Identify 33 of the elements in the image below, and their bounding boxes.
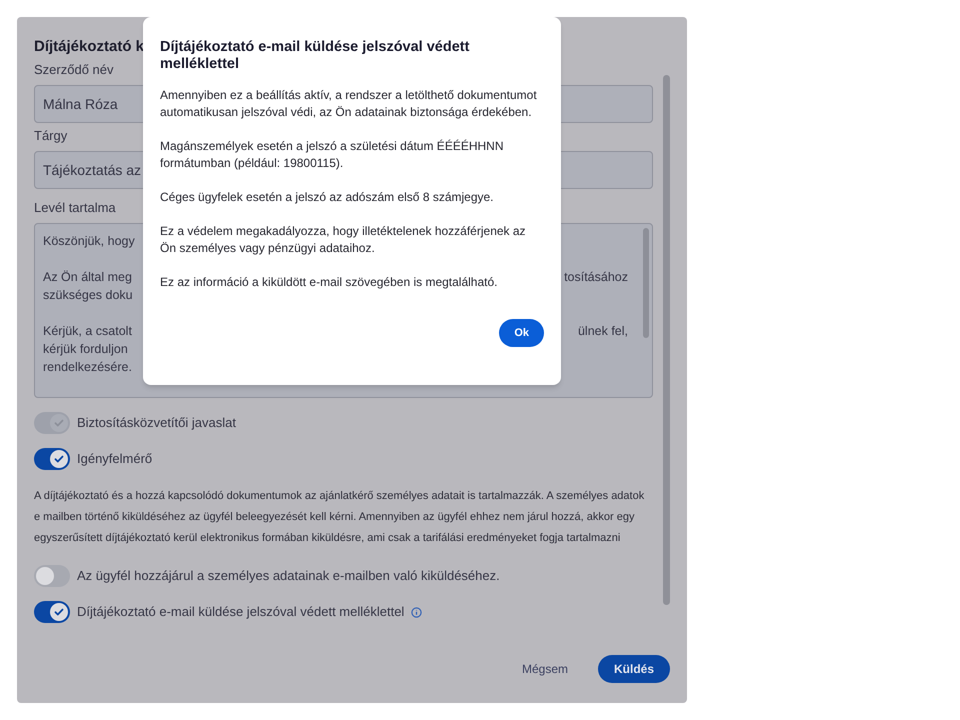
toggle-label: Díjtájékoztató e-mail küldése jelszóval védett melléklettel xyxy=(77,603,404,622)
modal-text: Amennyiben ez a beállítás aktív, a rendszer a letölthető dokumentumot automatikusan jelszóval védi, az Ön adatainak biztonsága érdekében. xyxy=(160,87,538,121)
modal-text: Ez az információ a kiküldött e-mail szövegében is megtalálható. xyxy=(160,274,498,291)
cancel-button[interactable]: Mégsem xyxy=(522,660,568,678)
message-text: szükséges doku xyxy=(43,287,133,304)
modal-text: Magánszemélyek esetén a jelszó a születési dátum ÉÉÉÉHHNN formátumban (például: 19800115). xyxy=(160,138,504,172)
message-text: ülnek fel, xyxy=(578,323,628,340)
toggle-switch[interactable] xyxy=(34,565,70,587)
modal-text: Céges ügyfelek esetén a jelszó az adószám első 8 számjegye. xyxy=(160,189,495,206)
ok-button[interactable]: Ok xyxy=(499,319,544,347)
notice-text: A díjtájékoztató és a hozzá kapcsolódó dokumentumok az ajánlatkérő személyes adatait is tartalmazzák. A személyes adatok e mailben történő kiküldéséhez az ügyfél beleegyezését kell kérni. Amennyiben az ügyfél ehhez nem járul hozzá, akkor egy egyszerűsített díjtájékoztató kerül elektronikus formában kiküldésre, ami csak a tarifálási eredményeket fogja tartalmazni xyxy=(34,489,646,546)
message-text: Kérjük, a csatolt xyxy=(43,323,132,340)
field-label: Levél tartalma xyxy=(34,199,116,217)
dialog-title: Díjtájékoztató k xyxy=(34,37,144,57)
message-text: Köszönjük, hogy xyxy=(43,233,135,250)
message-text: tosításához xyxy=(564,269,628,286)
toggle-switch[interactable] xyxy=(34,601,70,623)
toggle-label: Igényfelmérő xyxy=(77,450,152,468)
message-text: Az Ön által meg xyxy=(43,269,132,286)
check-icon xyxy=(53,417,65,429)
info-icon[interactable] xyxy=(411,606,422,618)
check-icon xyxy=(53,606,65,618)
send-button[interactable]: Küldés xyxy=(598,655,670,683)
toggle-label: Biztosításközvetítői javaslat xyxy=(77,414,236,432)
toggle-label: Az ügyfél hozzájárul a személyes adatainak e-mailben való kiküldéséhez. xyxy=(77,567,500,586)
message-text: rendelkezésére. xyxy=(43,359,132,376)
field-label: Szerződő név xyxy=(34,61,114,79)
check-icon xyxy=(53,453,65,465)
field-label: Tárgy xyxy=(34,127,68,145)
modal-title: Díjtájékoztató e-mail küldése jelszóval védett melléklettel xyxy=(160,39,470,73)
modal-text: Ez a védelem megakadályozza, hogy illetéktelenek hozzáférjenek az Ön személyes vagy pénzügyi adataihoz. xyxy=(160,223,527,257)
toggle-switch[interactable] xyxy=(34,448,70,470)
message-text: kérjük forduljon xyxy=(43,341,128,358)
